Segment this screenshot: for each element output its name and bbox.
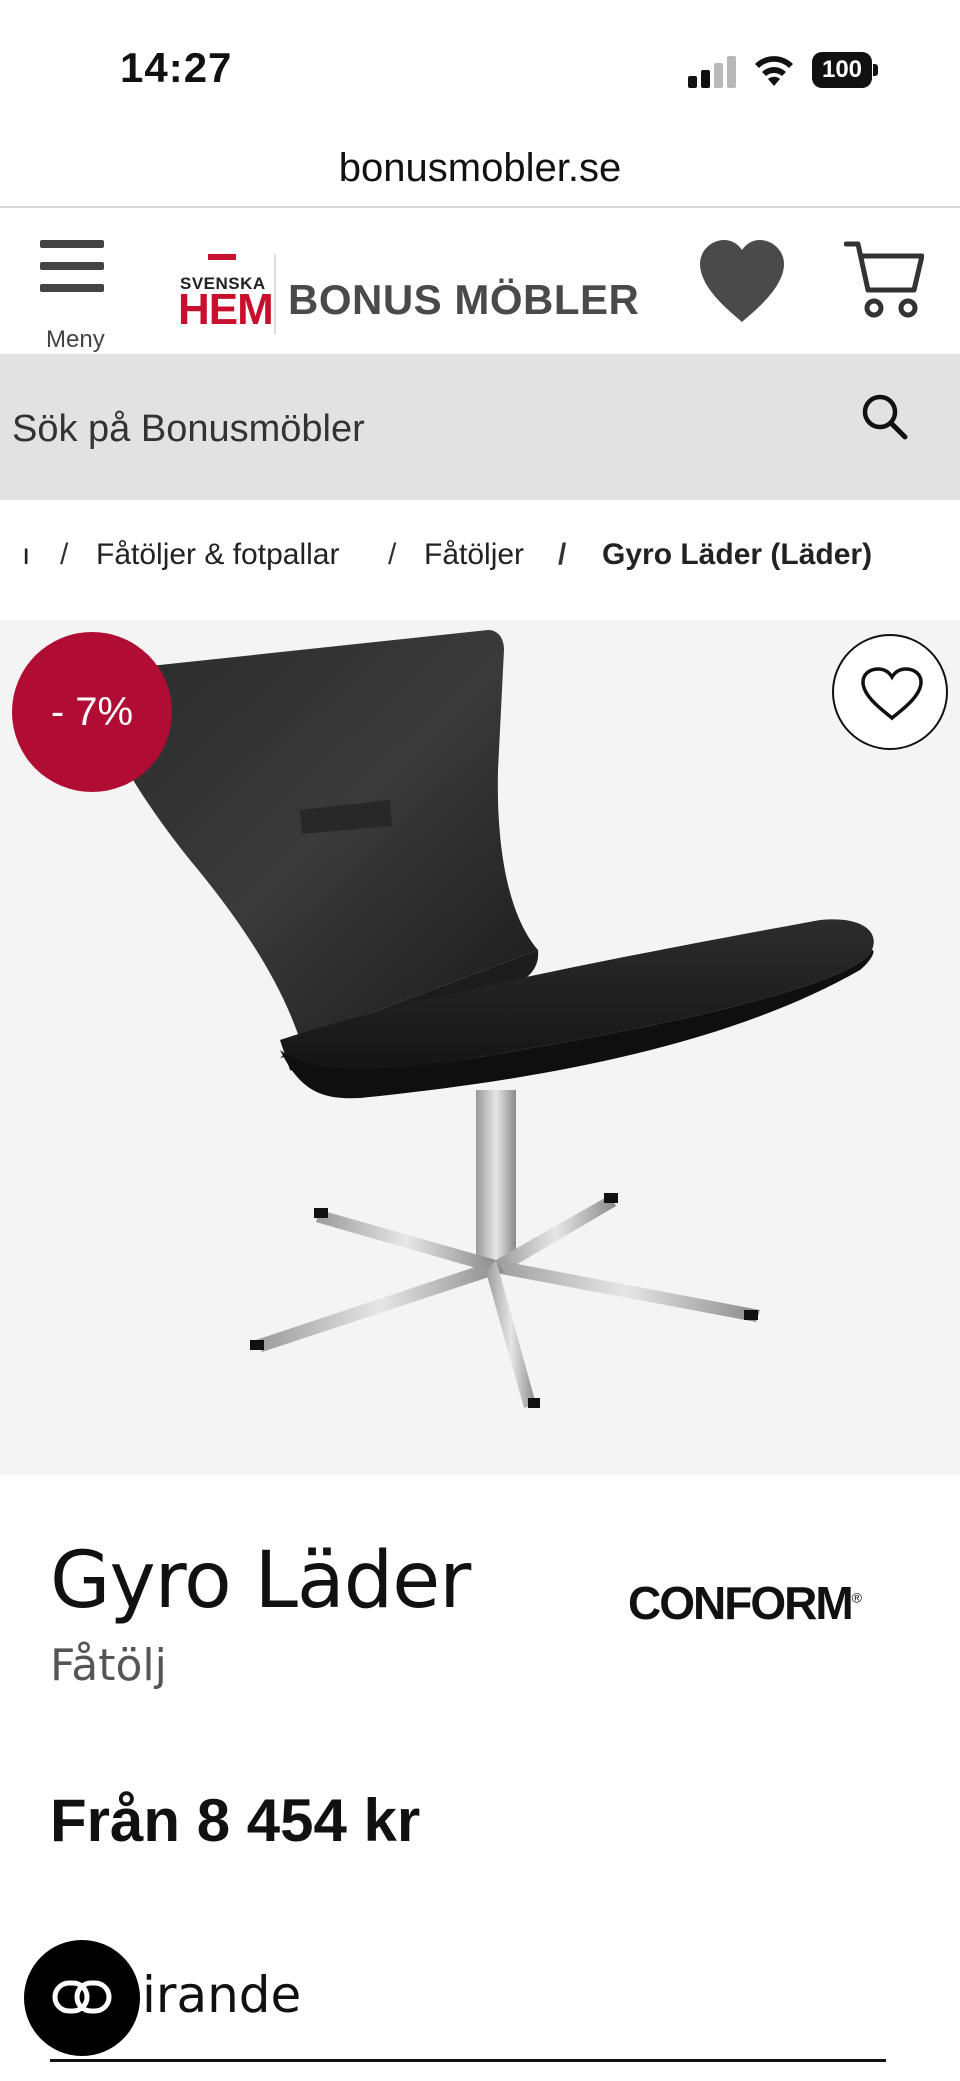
chat-button[interactable] <box>24 1940 140 2056</box>
status-bar: 14:27 100 <box>0 0 960 110</box>
discount-badge: - 7% <box>12 632 172 792</box>
cellular-signal-icon <box>688 56 738 88</box>
battery-level: 100 <box>812 52 872 88</box>
product-type: Fåtölj <box>50 1640 167 1691</box>
accordion-section[interactable]: irande <box>50 1960 886 2062</box>
site-logo[interactable]: SVENSKA HEM BONUS MÖBLER <box>178 234 658 334</box>
brand-logo[interactable]: CONFORM® <box>628 1576 862 1630</box>
breadcrumb-item[interactable]: Fåtöljer <box>424 500 524 610</box>
chat-icon <box>52 1980 112 2014</box>
favorite-button[interactable] <box>832 634 948 750</box>
wishlist-heart-icon[interactable] <box>696 238 788 326</box>
logo-brand: BONUS MÖBLER <box>288 276 640 323</box>
breadcrumb: ı / Fåtöljer & fotpallar / Fåtöljer / Gy… <box>0 500 960 610</box>
search-icon[interactable] <box>860 392 910 442</box>
breadcrumb-separator: / <box>388 538 397 571</box>
breadcrumb-separator: / <box>558 538 567 571</box>
breadcrumb-item[interactable]: ı <box>22 500 30 610</box>
address-bar[interactable]: bonusmobler.se <box>0 130 960 206</box>
product-price: Från 8 454 kr <box>50 1787 421 1854</box>
brand-name: CONFORM <box>628 1577 854 1629</box>
heart-outline-icon <box>861 667 923 721</box>
product-title: Gyro Läder <box>50 1536 471 1626</box>
battery-icon: 100 <box>812 52 878 88</box>
site-header: Meny SVENSKA HEM BONUS MÖBLER <box>0 208 960 354</box>
breadcrumb-current: Gyro Läder (Läder) <box>602 538 873 571</box>
section-label: irande <box>142 1966 302 2024</box>
breadcrumb-separator: / <box>60 538 69 571</box>
breadcrumb-item[interactable]: Fåtöljer & fotpallar <box>96 500 339 610</box>
wifi-icon <box>755 56 793 86</box>
brand-trademark: ® <box>851 1589 862 1606</box>
search-bar <box>0 354 960 500</box>
status-time: 14:27 <box>120 44 233 91</box>
logo-hem: HEM <box>178 285 274 334</box>
hamburger-icon <box>40 240 104 248</box>
cart-icon[interactable] <box>844 238 924 322</box>
menu-button[interactable]: Meny <box>36 230 110 353</box>
search-input[interactable] <box>12 394 812 464</box>
menu-label: Meny <box>46 326 105 353</box>
logo-accent <box>208 254 236 260</box>
